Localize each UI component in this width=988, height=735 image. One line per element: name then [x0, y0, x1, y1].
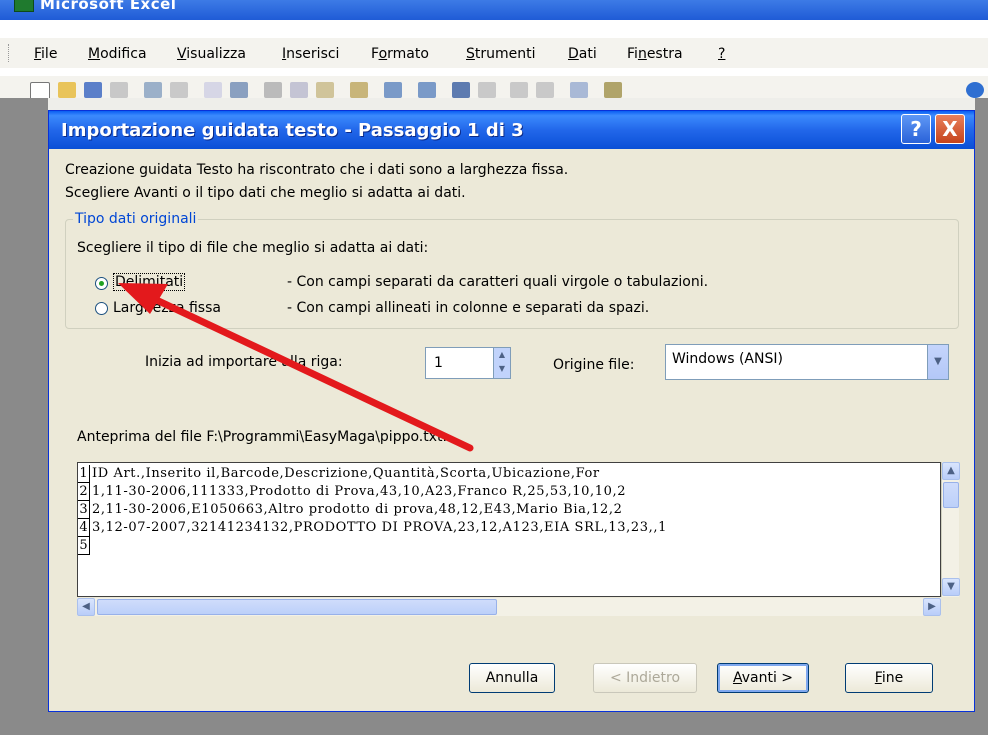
radio-selected-dot [99, 281, 104, 286]
copy-icon[interactable] [290, 82, 308, 98]
origin-file-value: Windows (ANSI) [672, 351, 783, 367]
horizontal-scroll-thumb[interactable] [97, 599, 497, 615]
print-icon[interactable] [144, 82, 162, 98]
preview-row-text: 2,11-30-2006,E1050663,Altro prodotto di … [92, 502, 623, 517]
workspace-right [975, 98, 988, 735]
paste-icon[interactable] [316, 82, 334, 98]
finish-button[interactable]: Fine [845, 663, 933, 693]
start-row-spinner[interactable]: ▲ ▼ [493, 347, 511, 379]
print-preview-icon[interactable] [170, 82, 188, 98]
menu-finestra[interactable]: Finestra [627, 46, 683, 62]
intro-line-1: Creazione guidata Testo ha riscontrato c… [65, 162, 569, 178]
menu-bar: File Modifica Visualizza Inserisci Forma… [0, 38, 988, 68]
preview-row-text: 3,12-07-2007,32141234132,PRODOTTO DI PRO… [92, 520, 667, 535]
menu-grip [8, 44, 12, 62]
back-button[interactable]: < Indietro [593, 663, 697, 693]
preview-row-number: 2 [78, 483, 90, 501]
menu-dati[interactable]: Dati [568, 46, 597, 62]
excel-app-icon [14, 0, 34, 12]
preview-vertical-scrollbar[interactable]: ▲ ▼ [941, 462, 960, 597]
undo-icon[interactable] [384, 82, 402, 98]
group-title: Tipo dati originali [73, 211, 199, 227]
redo-icon[interactable] [418, 82, 436, 98]
menu-formato[interactable]: Formato [371, 46, 429, 62]
save-icon[interactable] [84, 82, 102, 98]
origin-file-label: Origine file: [553, 357, 635, 373]
cancel-button[interactable]: Annulla [469, 663, 555, 693]
autosum-icon[interactable] [478, 82, 496, 98]
scroll-right-icon[interactable]: ▶ [923, 598, 941, 616]
start-row-input[interactable]: 1 [425, 347, 495, 379]
help-button[interactable]: ? [901, 114, 931, 144]
preview-row-number: 4 [78, 519, 90, 537]
scroll-left-icon[interactable]: ◀ [77, 598, 95, 616]
start-row-label: Inizia ad importare alla riga: [145, 354, 343, 370]
menu-strumenti[interactable]: Strumenti [466, 46, 536, 62]
office-help-icon[interactable] [966, 82, 984, 98]
workspace-left [0, 98, 48, 735]
menu-visualizza[interactable]: Visualizza [177, 46, 246, 62]
sort-descending-icon[interactable] [536, 82, 554, 98]
scroll-down-icon[interactable]: ▼ [942, 578, 960, 596]
option-fixed-width-description: - Con campi allineati in colonne e separ… [287, 300, 650, 316]
scroll-up-icon[interactable]: ▲ [942, 462, 960, 480]
menu-file[interactable]: File [34, 46, 57, 62]
workspace-bottom [0, 712, 988, 735]
research-icon[interactable] [230, 82, 248, 98]
sort-ascending-icon[interactable] [510, 82, 528, 98]
group-prompt: Scegliere il tipo di file che meglio si … [77, 240, 429, 256]
radio-delimited[interactable] [95, 277, 108, 290]
option-delimited-label[interactable]: Delimitati [113, 273, 186, 291]
chart-wizard-icon[interactable] [570, 82, 588, 98]
next-button[interactable]: Avanti > [717, 663, 809, 693]
chevron-down-icon[interactable]: ▼ [927, 345, 948, 379]
vertical-scroll-thumb[interactable] [943, 482, 959, 508]
open-folder-icon[interactable] [58, 82, 76, 98]
cut-icon[interactable] [264, 82, 282, 98]
radio-fixed-width[interactable] [95, 302, 108, 315]
excel-app-title: Microsoft Excel [40, 0, 177, 13]
option-delimited-description: - Con campi separati da caratteri quali … [287, 274, 709, 290]
menu-modifica[interactable]: Modifica [88, 46, 147, 62]
preview-row-number: 1 [78, 465, 90, 483]
start-row-value: 1 [434, 355, 443, 371]
option-fixed-width-label[interactable]: Larghezza fissa [113, 300, 221, 316]
format-painter-icon[interactable] [350, 82, 368, 98]
preview-horizontal-scrollbar[interactable]: ◀ ▶ [77, 598, 941, 616]
preview-row-number: 5 [78, 537, 90, 555]
drawing-icon[interactable] [604, 82, 622, 98]
close-button[interactable]: X [935, 114, 965, 144]
preview-row-text: 1,11-30-2006,111333,Prodotto di Prova,43… [92, 484, 627, 499]
new-document-icon[interactable] [30, 82, 50, 98]
standard-toolbar [0, 76, 988, 98]
dialog-title-bar[interactable]: Importazione guidata testo - Passaggio 1… [49, 111, 974, 149]
spelling-icon[interactable] [204, 82, 222, 98]
hyperlink-icon[interactable] [452, 82, 470, 98]
menu-help[interactable]: ? [718, 46, 725, 62]
preview-row-number: 3 [78, 501, 90, 519]
preview-label: Anteprima del file F:\Programmi\EasyMaga… [77, 429, 447, 445]
menu-inserisci[interactable]: Inserisci [282, 46, 339, 62]
permission-icon[interactable] [110, 82, 128, 98]
file-preview[interactable]: 1 ID Art.,Inserito il,Barcode,Descrizion… [77, 462, 941, 597]
preview-row-text: ID Art.,Inserito il,Barcode,Descrizione,… [92, 466, 600, 481]
intro-line-2: Scegliere Avanti o il tipo dati che megl… [65, 185, 466, 201]
dialog-title: Importazione guidata testo - Passaggio 1… [61, 120, 524, 141]
excel-title-bar: Microsoft Excel [0, 0, 988, 20]
text-import-wizard-dialog: Importazione guidata testo - Passaggio 1… [48, 110, 975, 712]
origin-file-select[interactable]: Windows (ANSI) ▼ [665, 344, 949, 380]
